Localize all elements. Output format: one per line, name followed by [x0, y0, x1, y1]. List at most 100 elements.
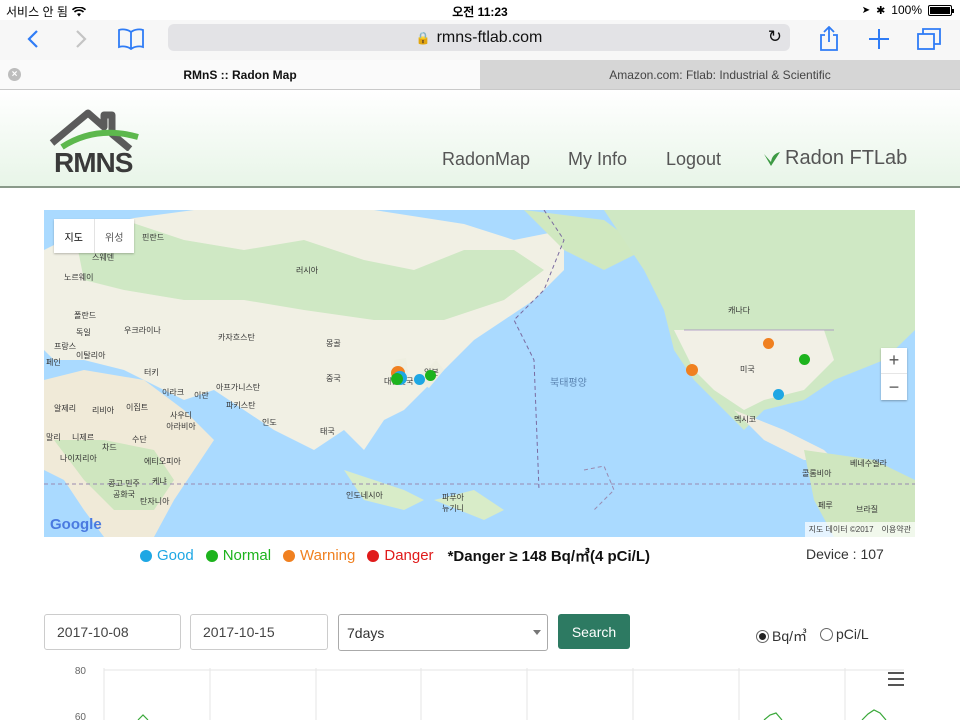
chart-menu-icon[interactable] — [888, 672, 904, 686]
logo-text: RMNS — [54, 147, 133, 178]
tab-title: RMnS :: Radon Map — [183, 67, 297, 82]
status-bar: 서비스 안 됨 오전 11:23 ➤ ✱ 100% — [0, 0, 960, 20]
bluetooth-icon: ✱ — [876, 4, 886, 17]
search-button[interactable]: Search — [558, 614, 630, 649]
unit-bq-radio[interactable]: Bq/㎥ — [756, 626, 807, 646]
label-canada: 캐나다 — [728, 306, 751, 315]
battery-percent: 100% — [891, 3, 922, 17]
device-marker-good[interactable] — [414, 374, 425, 385]
tab-amazon[interactable]: Amazon.com: Ftlab: Industrial & Scientif… — [480, 60, 960, 89]
legend-label: Normal — [222, 547, 272, 564]
label-north-pacific: 북태평양 — [550, 378, 587, 389]
device-marker-normal[interactable] — [425, 370, 436, 381]
legend-normal: Normal — [205, 547, 272, 564]
battery-fill — [930, 6, 950, 14]
label-turkey: 터키 — [144, 368, 159, 377]
label-norway: 노르웨이 — [64, 273, 94, 282]
plus-icon — [869, 29, 889, 49]
period-value: 7days — [347, 624, 385, 641]
label-india: 인도 — [262, 418, 277, 427]
label-png: 파푸아 뉴기니 — [441, 493, 465, 513]
radon-map[interactable]: 스웨덴 노르웨이 핀란드 러시아 폴란드 독일 우크라이나 프랑스 이탈리아 페… — [44, 210, 915, 537]
label-finland: 핀란드 — [142, 233, 165, 242]
battery-icon — [928, 4, 954, 16]
label-sudan: 수단 — [132, 435, 147, 444]
map-type-satellite[interactable]: 위성 — [93, 219, 135, 253]
label-saudi: 사우디 아라비아 — [166, 411, 196, 431]
tab-radon-map[interactable]: × RMnS :: Radon Map — [0, 60, 480, 89]
url-text: rmns-ftlab.com — [436, 28, 543, 46]
series-line — [861, 709, 887, 720]
address-bar[interactable]: 🔒 rmns-ftlab.com ↻ — [168, 24, 790, 51]
share-button[interactable] — [812, 24, 846, 54]
back-button[interactable] — [16, 24, 50, 54]
label-venezuela: 베네수엘라 — [850, 459, 887, 468]
map-type-map[interactable]: 지도 — [54, 219, 94, 253]
unit-pci-radio[interactable]: pCi/L — [820, 626, 869, 642]
nav-logout[interactable]: Logout — [666, 149, 721, 170]
device-marker-warning[interactable] — [763, 338, 774, 349]
device-marker-warning[interactable] — [686, 364, 698, 376]
tab-bar: × RMnS :: Radon Map Amazon.com: Ftlab: I… — [0, 60, 960, 90]
radio-icon — [820, 627, 833, 641]
device-marker-good[interactable] — [773, 389, 784, 400]
zoom-out-button[interactable]: − — [881, 374, 907, 400]
label-chad: 차드 — [102, 443, 117, 452]
tabs-button[interactable] — [912, 24, 946, 54]
label-italy: 이탈리아 — [76, 351, 106, 360]
chevron-right-icon — [76, 30, 87, 48]
house-logo-icon — [49, 109, 139, 151]
legend-warning: Warning — [283, 547, 355, 564]
nav-my-info[interactable]: My Info — [568, 149, 627, 170]
chevron-left-icon — [27, 30, 38, 48]
terms-link[interactable]: 이용약관 — [882, 524, 911, 535]
label-sweden: 스웨덴 — [92, 253, 115, 262]
legend-dot — [367, 549, 380, 562]
label-peru: 페루 — [818, 501, 833, 510]
share-icon — [820, 26, 838, 51]
device-count: Device : 107 — [806, 546, 884, 562]
label-poland: 폴란드 — [74, 311, 97, 320]
label-colombia: 콜롬비아 — [802, 469, 832, 478]
label-congo: 콩고 민주 공화국 — [108, 479, 140, 499]
end-date-input[interactable] — [190, 614, 328, 650]
nav-radonmap[interactable]: RadonMap — [442, 149, 530, 170]
forward-button[interactable] — [64, 24, 98, 54]
label-afghanistan: 아프가니스탄 — [216, 383, 261, 392]
legend-dot — [283, 549, 296, 562]
label-ukraine: 우크라이나 — [124, 326, 161, 335]
label-pakistan: 파키스탄 — [226, 401, 256, 410]
label-iraq: 이라크 — [162, 388, 185, 397]
tabs-icon — [917, 28, 941, 50]
bookmarks-button[interactable] — [114, 24, 148, 54]
device-marker-normal[interactable] — [799, 354, 810, 365]
label-mongolia: 몽골 — [326, 339, 341, 348]
map-data-text: 지도 데이터 ©2017 — [808, 525, 874, 534]
close-icon[interactable]: × — [8, 68, 21, 81]
book-icon — [118, 28, 144, 50]
location-icon: ➤ — [861, 4, 871, 16]
start-date-input[interactable] — [44, 614, 181, 650]
rmns-logo[interactable]: RMNS — [48, 107, 140, 178]
label-niger: 니제르 — [72, 433, 95, 442]
label-ethiopia: 에티오피아 — [144, 457, 181, 466]
label-russia: 러시아 — [296, 266, 319, 275]
legend-good: Good — [140, 547, 194, 564]
tab-title: Amazon.com: Ftlab: Industrial & Scientif… — [609, 67, 831, 82]
zoom-in-button[interactable]: + — [881, 348, 907, 374]
new-tab-button[interactable] — [862, 24, 896, 54]
lock-icon: 🔒 — [415, 30, 431, 45]
label-iran: 이란 — [194, 391, 209, 400]
unit-label: Bq/㎥ — [772, 628, 808, 644]
legend-label: Good — [157, 547, 194, 564]
leaf-icon — [764, 151, 780, 166]
radon-ftlab-logo[interactable]: Radon FTLab — [763, 147, 907, 170]
legend-dot — [140, 549, 152, 562]
google-logo: Google — [50, 516, 102, 533]
label-egypt: 이집트 — [126, 403, 149, 412]
device-marker-normal[interactable] — [391, 373, 403, 385]
reload-icon[interactable]: ↻ — [768, 27, 782, 47]
danger-threshold-note: *Danger ≥ 148 Bq/㎥(4 pCi/L) — [447, 548, 650, 565]
period-select[interactable]: 7days — [338, 614, 548, 651]
y-tick-80: 80 — [75, 666, 87, 677]
